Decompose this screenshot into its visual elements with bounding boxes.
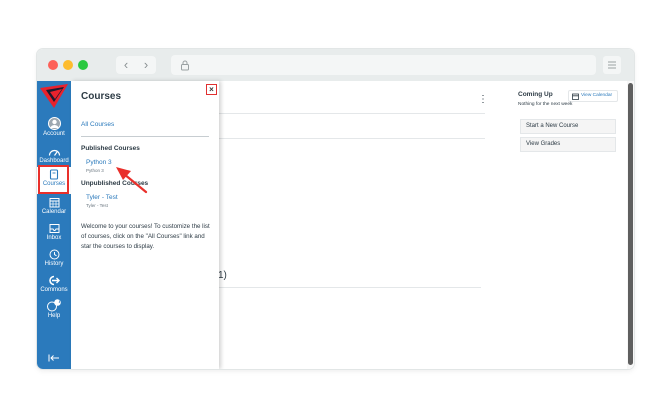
nav-calendar[interactable]: Calendar bbox=[37, 197, 71, 216]
help-badge: 7 bbox=[58, 299, 61, 305]
page-scrollbar[interactable] bbox=[627, 81, 634, 369]
tray-welcome-text: Welcome to your courses! To customize th… bbox=[81, 223, 210, 250]
back-button[interactable]: ‹ bbox=[116, 56, 136, 74]
course-sub-label: Python 3 bbox=[86, 168, 104, 173]
main-options-kebab[interactable]: ⋮ bbox=[478, 95, 488, 105]
main-divider bbox=[219, 287, 481, 288]
inbox-icon bbox=[49, 224, 59, 233]
main-divider bbox=[219, 113, 485, 114]
nav-inbox[interactable]: Inbox bbox=[37, 223, 71, 242]
view-calendar-label: View Calendar bbox=[581, 93, 613, 98]
course-sub-label: Tyler - Test bbox=[86, 203, 108, 208]
nav-label: Commons bbox=[40, 287, 68, 293]
nav-commons[interactable]: Commons bbox=[37, 275, 71, 294]
unpublished-courses-heading: Unpublished Courses bbox=[81, 180, 149, 187]
global-navigation: Account Dashboard Courses Calendar Inbox… bbox=[37, 81, 71, 369]
published-courses-heading: Published Courses bbox=[81, 145, 140, 152]
nav-label: Inbox bbox=[46, 235, 62, 241]
maximize-window-button[interactable] bbox=[78, 60, 88, 70]
lock-icon bbox=[181, 60, 189, 71]
address-bar[interactable] bbox=[171, 55, 596, 75]
calendar-icon bbox=[49, 198, 59, 208]
nav-help[interactable]: 7 Help bbox=[37, 299, 71, 320]
minimize-window-button[interactable] bbox=[63, 60, 73, 70]
tray-divider bbox=[81, 136, 209, 137]
tray-close-button[interactable]: × bbox=[206, 84, 217, 95]
nav-label: History bbox=[44, 261, 64, 267]
nav-label: Calendar bbox=[41, 209, 67, 215]
page-content: ⋮ 1) Coming Up View Calendar Nothing for… bbox=[37, 81, 634, 369]
forward-button[interactable]: › bbox=[136, 56, 156, 74]
account-avatar-icon bbox=[47, 117, 61, 130]
nav-history[interactable]: History bbox=[37, 249, 71, 268]
coming-up-heading: Coming Up bbox=[518, 91, 553, 98]
browser-menu-button[interactable] bbox=[603, 56, 621, 74]
collapse-nav-button[interactable] bbox=[37, 354, 71, 362]
course-link-python-3[interactable]: Python 3 bbox=[86, 159, 112, 166]
course-link-tyler-test[interactable]: Tyler - Test bbox=[86, 194, 118, 201]
browser-titlebar: ‹ › bbox=[37, 49, 634, 81]
tray-title: Courses bbox=[81, 91, 122, 102]
browser-window: ‹ › ⋮ 1) Coming Up View Calendar Nothing… bbox=[37, 49, 634, 369]
nav-dashboard[interactable]: Dashboard bbox=[37, 147, 71, 165]
view-grades-button[interactable]: View Grades bbox=[520, 137, 616, 152]
nav-label: Dashboard bbox=[39, 158, 69, 164]
logo-icon[interactable] bbox=[38, 82, 70, 110]
close-window-button[interactable] bbox=[48, 60, 58, 70]
commons-icon bbox=[49, 275, 60, 286]
calendar-icon bbox=[572, 93, 579, 100]
history-nav: ‹ › bbox=[116, 56, 156, 74]
main-text-fragment: 1) bbox=[218, 270, 227, 281]
all-courses-link[interactable]: All Courses bbox=[81, 121, 114, 128]
nav-label: Help bbox=[47, 313, 61, 319]
nav-label: Account bbox=[43, 131, 65, 137]
main-divider bbox=[219, 138, 485, 139]
nothing-upcoming-text: Nothing for the next week bbox=[518, 102, 573, 107]
history-clock-icon bbox=[49, 249, 59, 260]
scrollbar-thumb[interactable] bbox=[628, 83, 633, 365]
nav-account[interactable]: Account bbox=[37, 117, 71, 138]
dashboard-gauge-icon bbox=[48, 149, 60, 156]
collapse-arrow-icon bbox=[48, 354, 59, 362]
start-new-course-button[interactable]: Start a New Course bbox=[520, 119, 616, 134]
courses-tray: Courses × All Courses Published Courses … bbox=[71, 81, 219, 369]
view-calendar-button[interactable]: View Calendar bbox=[568, 90, 618, 102]
courses-highlight-box bbox=[38, 165, 69, 194]
hamburger-icon bbox=[608, 61, 616, 69]
